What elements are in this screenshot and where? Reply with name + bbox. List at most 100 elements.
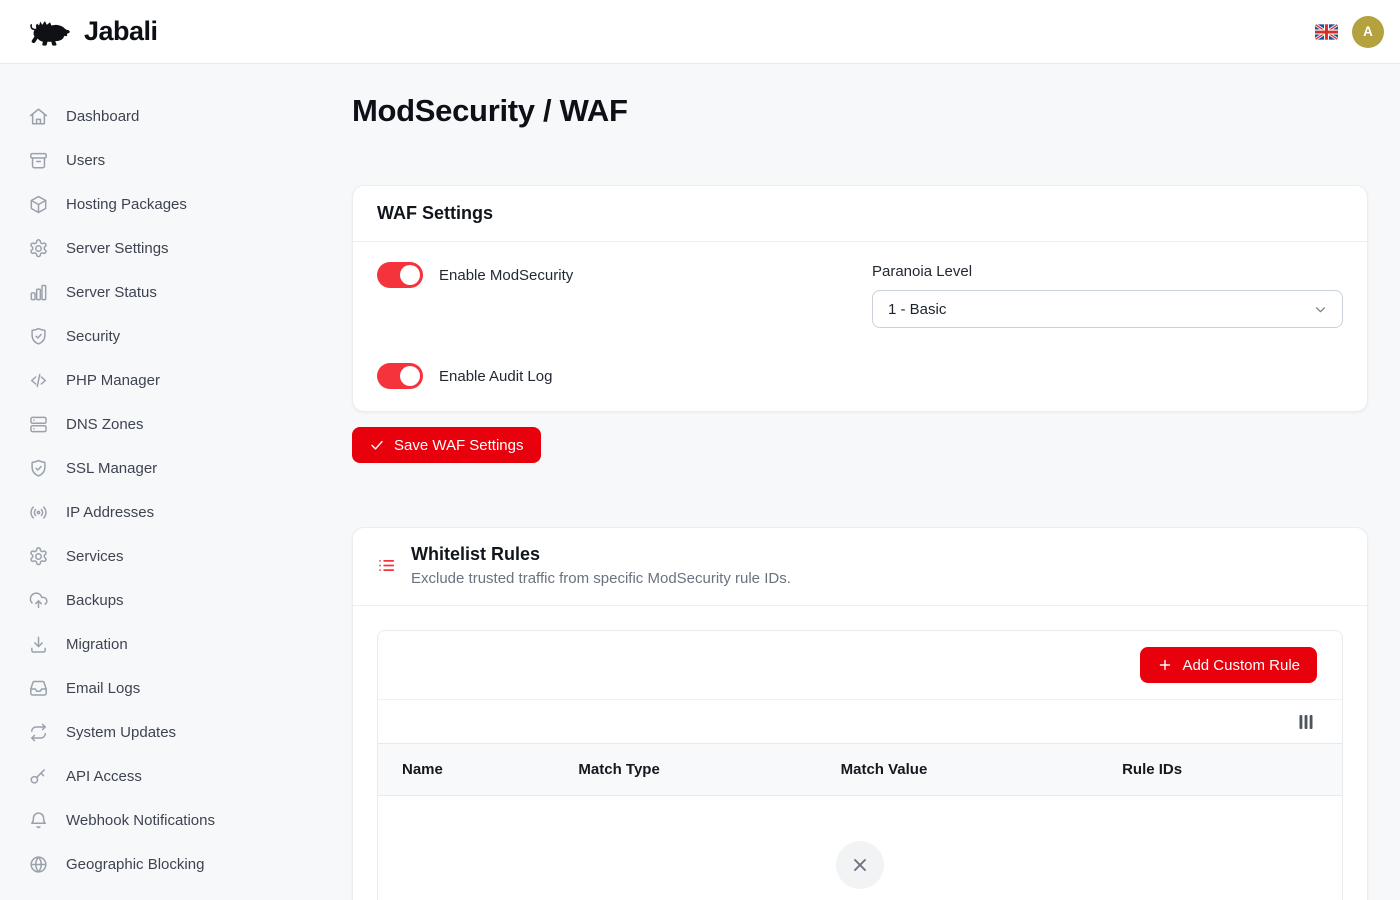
- sidebar-item-label: Users: [66, 152, 105, 169]
- sidebar-item-label: Migration: [66, 636, 128, 653]
- globe-icon: [28, 854, 49, 875]
- waf-card-title: WAF Settings: [377, 203, 493, 223]
- topbar-right: A: [1315, 16, 1384, 48]
- sidebar-item-label: Dashboard: [66, 108, 139, 125]
- download-icon: [28, 634, 49, 655]
- enable-audit-log-toggle[interactable]: [377, 363, 423, 389]
- sidebar-item-label: Server Status: [66, 284, 157, 301]
- waf-settings-card: WAF Settings Enable ModSecurity Paranoia…: [352, 185, 1368, 412]
- cloud-upload-icon: [28, 590, 49, 611]
- check-icon: [369, 437, 385, 453]
- sidebar-item-label: Server Settings: [66, 240, 169, 257]
- columns-icon[interactable]: [1296, 712, 1316, 732]
- page-title: ModSecurity / WAF: [352, 93, 1368, 129]
- main-content: ModSecurity / WAF WAF Settings Enable Mo…: [352, 64, 1400, 900]
- home-icon: [28, 106, 49, 127]
- sidebar-item-ssl-manager[interactable]: SSL Manager: [0, 446, 352, 490]
- sidebar-item-label: Email Logs: [66, 680, 140, 697]
- sidebar-item-dashboard[interactable]: Dashboard: [0, 94, 352, 138]
- paranoia-level-select[interactable]: 1 - Basic: [872, 290, 1343, 328]
- sidebar-item-system-updates[interactable]: System Updates: [0, 710, 352, 754]
- app-root: Jabali A Dashboard Users Hosting Packages S…: [0, 0, 1400, 900]
- sidebar-item-server-status[interactable]: Server Status: [0, 270, 352, 314]
- chevron-down-icon: [1312, 301, 1329, 318]
- table-toolbar: [378, 700, 1342, 744]
- sidebar-nav: Dashboard Users Hosting Packages Server Set…: [0, 64, 352, 900]
- sidebar-item-migration[interactable]: Migration: [0, 622, 352, 666]
- whitelist-title: Whitelist Rules: [411, 544, 791, 565]
- rules-table-empty-body: [378, 796, 1342, 900]
- sidebar-item-security[interactable]: Security: [0, 314, 352, 358]
- add-rule-button-label: Add Custom Rule: [1182, 657, 1300, 674]
- paranoia-level-label: Paranoia Level: [872, 263, 1343, 280]
- sidebar-item-label: Backups: [66, 592, 124, 609]
- bell-icon: [28, 810, 49, 831]
- toggle-knob: [400, 366, 420, 386]
- whitelist-header-text: Whitelist Rules Exclude trusted traffic …: [411, 544, 791, 587]
- list-icon: [377, 556, 396, 575]
- package-icon: [28, 194, 49, 215]
- rules-table-panel: Add Custom Rule: [377, 630, 1343, 900]
- whitelist-subtitle: Exclude trusted traffic from specific Mo…: [411, 570, 791, 587]
- column-header-rule-ids: Rule IDs: [1098, 744, 1342, 795]
- sidebar-item-email-logs[interactable]: Email Logs: [0, 666, 352, 710]
- enable-audit-log-label: Enable Audit Log: [439, 368, 552, 385]
- sidebar-item-backups[interactable]: Backups: [0, 578, 352, 622]
- sidebar-item-dns-zones[interactable]: DNS Zones: [0, 402, 352, 446]
- waf-card-body: Enable ModSecurity Paranoia Level 1 - Ba…: [353, 242, 1367, 411]
- add-rule-row: Add Custom Rule: [378, 631, 1342, 700]
- paranoia-level-value: 1 - Basic: [888, 301, 946, 318]
- uk-flag-icon[interactable]: [1315, 24, 1338, 40]
- whitelist-rules-card: Whitelist Rules Exclude trusted traffic …: [352, 527, 1368, 900]
- audit-log-toggle-row: Enable Audit Log: [377, 362, 848, 390]
- sidebar-item-label: Hosting Packages: [66, 196, 187, 213]
- sidebar-item-label: Geographic Blocking: [66, 856, 204, 873]
- column-header-match-value: Match Value: [817, 744, 1098, 795]
- boar-icon: [28, 15, 76, 49]
- sidebar-item-label: API Access: [66, 768, 142, 785]
- shield-check-icon: [28, 326, 49, 347]
- sidebar-item-webhook-notifications[interactable]: Webhook Notifications: [0, 798, 352, 842]
- column-header-name: Name: [378, 744, 554, 795]
- brand-name: Jabali: [84, 16, 158, 47]
- whitelist-header: Whitelist Rules Exclude trusted traffic …: [353, 528, 1367, 606]
- sidebar-item-label: Webhook Notifications: [66, 812, 215, 829]
- shield-check-icon: [28, 458, 49, 479]
- empty-state-close-button[interactable]: [836, 841, 884, 889]
- x-icon: [849, 854, 871, 876]
- archive-icon: [28, 150, 49, 171]
- repeat-icon: [28, 722, 49, 743]
- sidebar-item-users[interactable]: Users: [0, 138, 352, 182]
- avatar[interactable]: A: [1352, 16, 1384, 48]
- sidebar-item-php-manager[interactable]: PHP Manager: [0, 358, 352, 402]
- sidebar-item-server-settings[interactable]: Server Settings: [0, 226, 352, 270]
- brand-logo[interactable]: Jabali: [28, 15, 158, 49]
- save-waf-settings-button[interactable]: Save WAF Settings: [352, 427, 541, 463]
- save-row: Save WAF Settings: [352, 427, 1368, 463]
- waf-card-header: WAF Settings: [353, 186, 1367, 242]
- sidebar-item-label: Security: [66, 328, 120, 345]
- gear-icon: [28, 546, 49, 567]
- sidebar-item-api-access[interactable]: API Access: [0, 754, 352, 798]
- whitelist-body: Add Custom Rule: [353, 606, 1367, 900]
- add-custom-rule-button[interactable]: Add Custom Rule: [1140, 647, 1317, 683]
- server-icon: [28, 414, 49, 435]
- toggle-knob: [400, 265, 420, 285]
- sidebar-item-ip-addresses[interactable]: IP Addresses: [0, 490, 352, 534]
- sidebar-item-services[interactable]: Services: [0, 534, 352, 578]
- paranoia-level-field: Paranoia Level 1 - Basic: [872, 261, 1343, 328]
- enable-modsecurity-toggle[interactable]: [377, 262, 423, 288]
- rules-table-header: NameMatch TypeMatch ValueRule IDs: [378, 744, 1342, 796]
- bar-chart-icon: [28, 282, 49, 303]
- plus-icon: [1157, 657, 1173, 673]
- gear-icon: [28, 238, 49, 259]
- sidebar-item-label: System Updates: [66, 724, 176, 741]
- sidebar-item-label: SSL Manager: [66, 460, 157, 477]
- sidebar-item-geographic-blocking[interactable]: Geographic Blocking: [0, 842, 352, 886]
- modsecurity-toggle-row: Enable ModSecurity: [377, 261, 848, 289]
- column-header-match-type: Match Type: [554, 744, 816, 795]
- sidebar-item-hosting-packages[interactable]: Hosting Packages: [0, 182, 352, 226]
- radio-icon: [28, 502, 49, 523]
- inbox-icon: [28, 678, 49, 699]
- sidebar-item-label: DNS Zones: [66, 416, 144, 433]
